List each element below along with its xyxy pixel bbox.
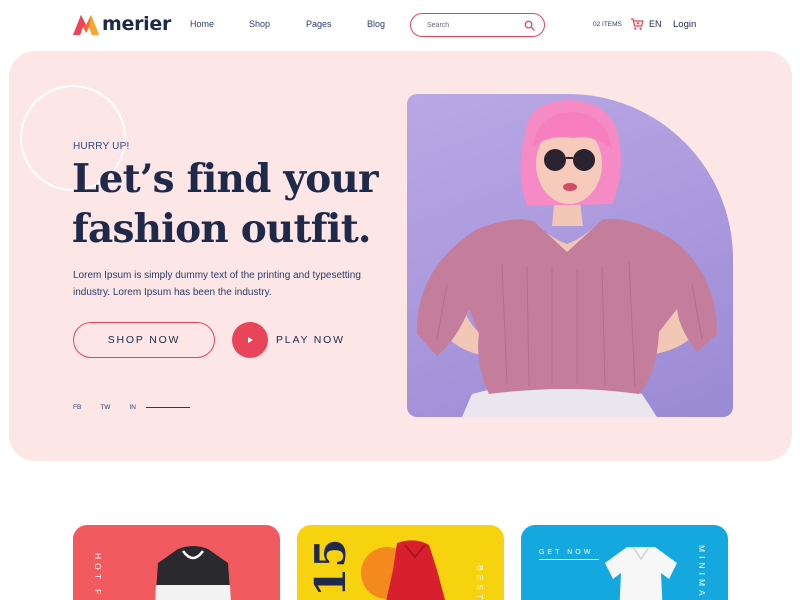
- hoodie-icon: [155, 546, 231, 600]
- nav-item-home[interactable]: Home: [190, 19, 214, 29]
- brand-name: merier: [102, 13, 172, 35]
- social-divider: [145, 407, 190, 408]
- hero-description: Lorem Ipsum is simply dummy text of the …: [73, 270, 361, 298]
- category-card-best[interactable]: 15 BEST: [297, 525, 504, 600]
- play-now-label: PLAY NOW: [276, 334, 345, 346]
- social-link-tw[interactable]: TW: [100, 404, 110, 411]
- get-now-underline: [539, 559, 599, 560]
- play-icon[interactable]: [232, 322, 268, 358]
- social-links: FB TW IN: [73, 404, 190, 411]
- search-box: [410, 13, 545, 37]
- card-label: BEST: [475, 565, 485, 600]
- nav-item-pages[interactable]: Pages: [306, 19, 332, 29]
- social-link-fb[interactable]: FB: [73, 404, 81, 411]
- hero-eyebrow: HURRY UP!: [73, 141, 130, 152]
- cart-items-count: 02 ITEMS: [593, 21, 622, 28]
- language-selector[interactable]: EN: [649, 19, 662, 29]
- hero-image: [407, 94, 733, 417]
- hero-title: Let’s find your fashion outfit.: [72, 154, 402, 254]
- search-icon[interactable]: [524, 20, 535, 31]
- nav-item-shop[interactable]: Shop: [249, 19, 270, 29]
- nav-item-blog[interactable]: Blog: [367, 19, 385, 29]
- site-header: merier Home Shop Pages Blog 02 ITEMS EN …: [0, 0, 800, 50]
- social-link-in[interactable]: IN: [129, 404, 136, 411]
- card-label: HOT F: [93, 553, 103, 599]
- shop-now-button[interactable]: SHOP NOW: [73, 322, 215, 358]
- get-now-link[interactable]: GET NOW: [539, 549, 593, 556]
- play-now-button[interactable]: PLAY NOW: [232, 322, 345, 358]
- category-card-minimal[interactable]: GET NOW MINIMA: [521, 525, 728, 600]
- hero-title-line-1: Let’s find your: [72, 156, 379, 202]
- card-label: MINIMA: [697, 545, 707, 600]
- svg-text:15: 15: [306, 539, 355, 597]
- blouse-icon: [605, 546, 677, 600]
- model-illustration: [416, 100, 717, 417]
- hero-title-line-2: fashion outfit.: [72, 206, 371, 252]
- hero-section: HURRY UP! Let’s find your fashion outfit…: [9, 51, 792, 461]
- login-link[interactable]: Login: [673, 19, 696, 30]
- brand-logo[interactable]: merier: [72, 12, 171, 36]
- dress-icon: 15: [306, 539, 445, 600]
- category-card-hot[interactable]: HOT F: [73, 525, 280, 600]
- cart-icon[interactable]: [630, 17, 644, 31]
- logo-icon: [73, 15, 99, 35]
- search-input[interactable]: [427, 18, 519, 32]
